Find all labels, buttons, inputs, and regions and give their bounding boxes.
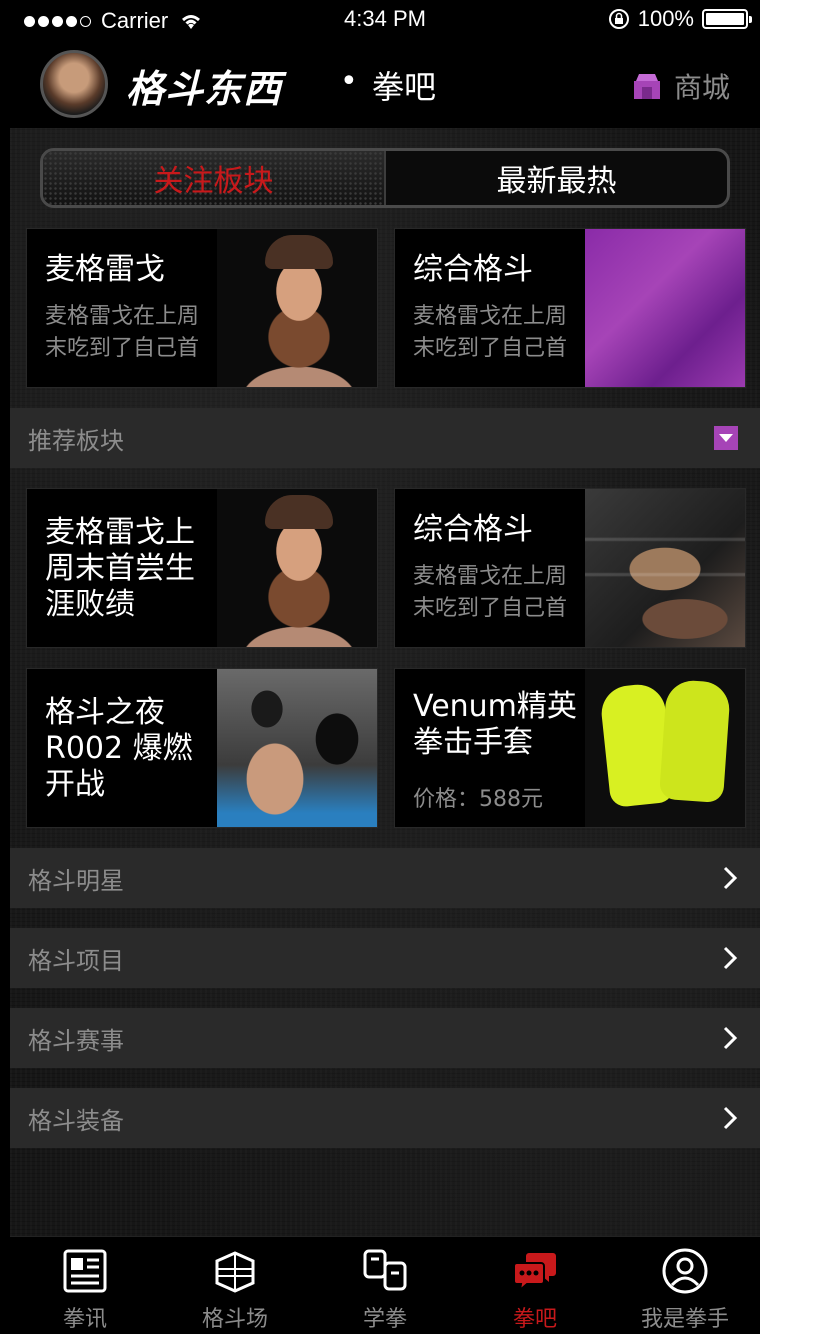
recommended-card-mma[interactable]: 综合格斗 麦格雷戈在上周末吃到了自己首 (394, 488, 746, 648)
recommended-label: 推荐板块 (28, 426, 124, 455)
news-icon (63, 1249, 107, 1293)
battery-icon (702, 9, 752, 29)
shop-icon (633, 74, 660, 99)
profile-icon (662, 1248, 708, 1294)
tabbar-item-learn[interactable]: 学拳 (310, 1237, 460, 1334)
chevron-right-icon (723, 1106, 738, 1130)
followed-card-mma[interactable]: 综合格斗 麦格雷戈在上周末吃到了自己首 (394, 228, 746, 388)
chat-icon (513, 1253, 556, 1293)
tabbar-item-news[interactable]: 拳讯 (10, 1237, 160, 1334)
tabbar-label: 学拳 (362, 1307, 407, 1332)
mma-image (585, 229, 745, 387)
section-row-events[interactable]: 格斗项目 (10, 928, 760, 988)
status-right: 100% (608, 6, 752, 32)
chevron-right-icon (723, 946, 738, 970)
tabbar-label: 拳吧 (512, 1307, 557, 1332)
section-row-gear[interactable]: 格斗装备 (10, 1088, 760, 1148)
fighter-portrait-image (217, 489, 377, 647)
page-title: 拳吧 (372, 68, 437, 106)
tab-followed[interactable]: 关注板块 (43, 151, 386, 205)
card-title: 综合格斗 (413, 252, 533, 287)
tabbar-item-arena[interactable]: 格斗场 (160, 1237, 310, 1334)
segmented-tabs: 关注板块 最新最热 (40, 148, 730, 208)
learn-icon (363, 1249, 407, 1291)
tabbar-label: 我是拳手 (640, 1307, 729, 1332)
chevron-right-icon (723, 1026, 738, 1050)
status-bar: Carrier 4:34 PM 100% (10, 0, 760, 40)
recommended-header[interactable]: 推荐板块 (10, 408, 760, 468)
dropdown-icon[interactable] (714, 426, 738, 450)
app-header: 格斗东西 • 拳吧 商城 (10, 40, 760, 128)
battery-percent: 100% (637, 6, 694, 31)
shop-button[interactable]: 商城 (632, 66, 730, 106)
brand-logo: 格斗东西 (126, 67, 283, 111)
section-label: 格斗项目 (28, 946, 124, 975)
section-label: 格斗装备 (28, 1106, 124, 1135)
tabbar-item-forum[interactable]: 拳吧 (460, 1237, 610, 1334)
mma-fight-image (585, 489, 745, 647)
brand-separator: • (340, 64, 358, 99)
tabbar-label: 格斗场 (201, 1307, 268, 1332)
shop-label: 商城 (673, 71, 730, 104)
section-row-matches[interactable]: 格斗赛事 (10, 1008, 760, 1068)
avatar[interactable] (40, 50, 108, 118)
chevron-right-icon (723, 866, 738, 890)
fighter-portrait-image (217, 229, 377, 387)
followed-card-fighter[interactable]: 麦格雷戈 麦格雷戈在上周末吃到了自己首 (26, 228, 378, 388)
section-row-stars[interactable]: 格斗明星 (10, 848, 760, 908)
card-desc: 麦格雷戈在上周末吃到了自己首 (45, 304, 200, 361)
boxing-training-image (217, 669, 377, 827)
left-strip (0, 0, 10, 1334)
rotation-lock-icon (608, 9, 629, 29)
app-screen: Carrier 4:34 PM 100% 格斗东西 • 拳吧 商城 关注板块 最… (10, 0, 760, 1334)
card-title: Venum精英拳击手套 (413, 689, 577, 760)
card-title: 麦格雷戈上周末首尝生涯败绩 (45, 515, 195, 622)
section-label: 格斗明星 (28, 866, 124, 895)
card-title: 格斗之夜 R002 爆燃开战 (45, 695, 193, 802)
bottom-tab-bar: 拳讯 格斗场 学拳 拳吧 我是拳手 (10, 1236, 760, 1334)
section-label: 格斗赛事 (28, 1026, 124, 1055)
recommended-card-gloves[interactable]: Venum精英拳击手套 价格：588元 (394, 668, 746, 828)
tabbar-label: 拳讯 (62, 1307, 107, 1332)
card-desc: 麦格雷戈在上周末吃到了自己首 (413, 564, 568, 621)
ring-icon (215, 1251, 255, 1293)
tabbar-item-profile[interactable]: 我是拳手 (610, 1237, 760, 1334)
card-price: 价格：588元 (413, 787, 543, 812)
recommended-card-fight-night[interactable]: 格斗之夜 R002 爆燃开战 (26, 668, 378, 828)
card-title: 综合格斗 (413, 512, 533, 547)
card-title: 麦格雷戈 (45, 252, 165, 287)
recommended-card-fighter[interactable]: 麦格雷戈上周末首尝生涯败绩 (26, 488, 378, 648)
tab-latest[interactable]: 最新最热 (386, 151, 727, 205)
boxing-gloves-image (585, 669, 745, 827)
card-desc: 麦格雷戈在上周末吃到了自己首 (413, 304, 568, 361)
